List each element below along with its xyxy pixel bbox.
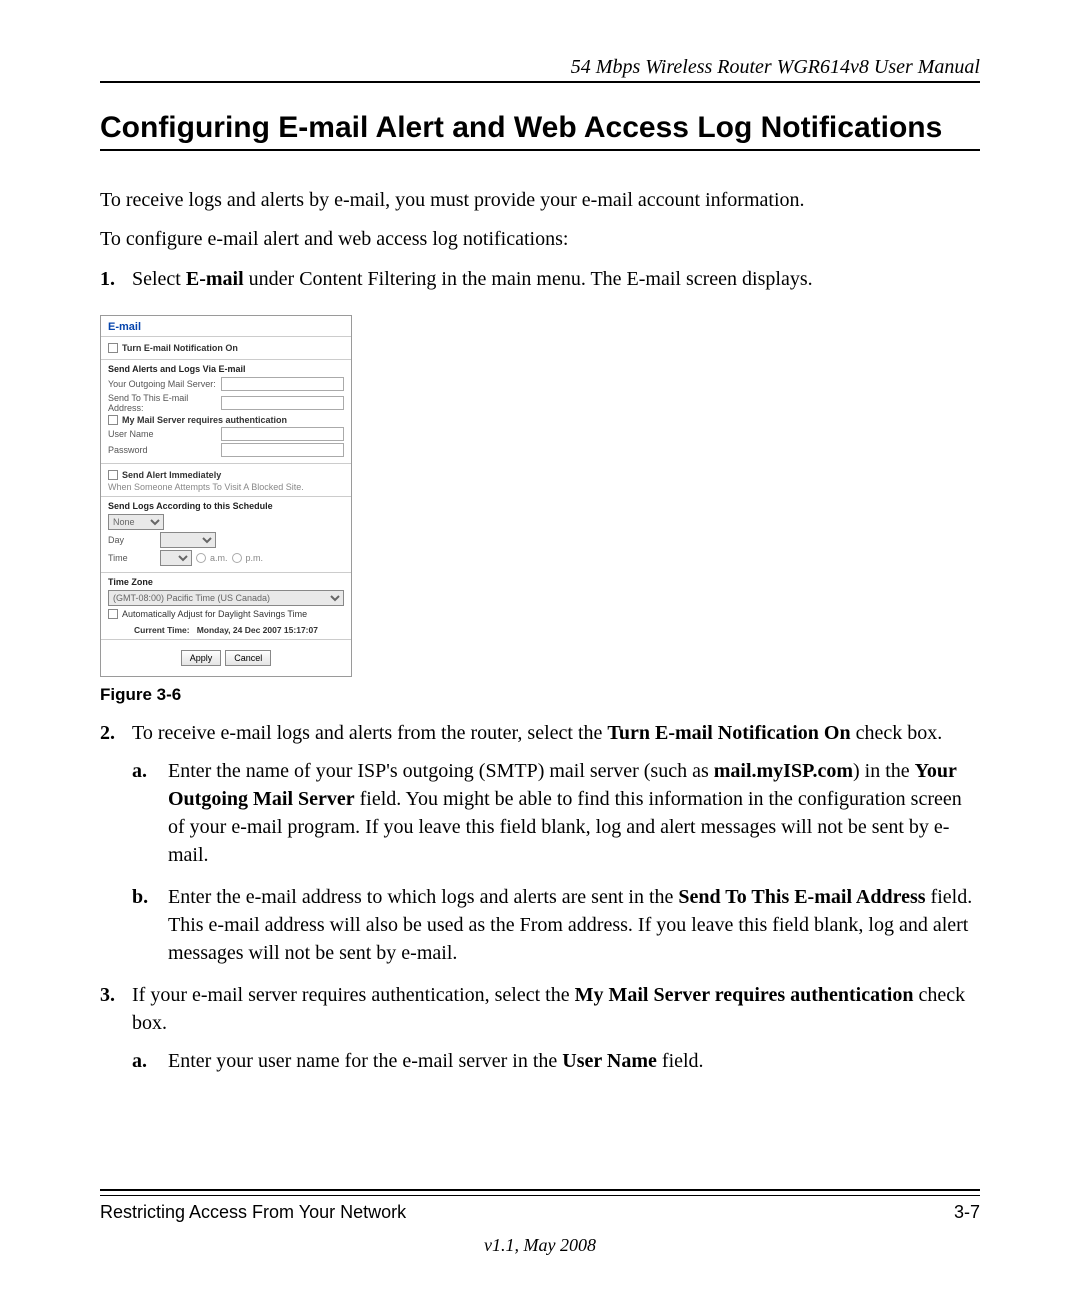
pm-radio[interactable] bbox=[232, 553, 242, 563]
step-3a-t2: field. bbox=[657, 1050, 704, 1072]
footer-rule bbox=[100, 1189, 980, 1196]
dst-label: Automatically Adjust for Daylight Saving… bbox=[122, 609, 307, 619]
cancel-button[interactable]: Cancel bbox=[225, 650, 271, 666]
schedule-time-label: Time bbox=[108, 553, 156, 563]
schedule-freq-select[interactable]: None bbox=[108, 514, 164, 530]
step-1-text-pre: Select bbox=[132, 268, 186, 290]
step-2b-marker: b. bbox=[132, 883, 148, 911]
step-2a-b1: mail.myISP.com bbox=[714, 760, 853, 782]
username-input[interactable] bbox=[221, 427, 344, 441]
alert-immediate-subtext: When Someone Attempts To Visit A Blocked… bbox=[108, 482, 344, 492]
step-2a-marker: a. bbox=[132, 757, 147, 785]
header-rule bbox=[100, 81, 980, 83]
step-3a-marker: a. bbox=[132, 1047, 147, 1075]
current-time-label: Current Time: bbox=[134, 625, 190, 635]
step-2a: a. Enter the name of your ISP's outgoing… bbox=[132, 757, 980, 869]
send-section-head: Send Alerts and Logs Via E-mail bbox=[108, 364, 344, 374]
auth-label: My Mail Server requires authentication bbox=[122, 415, 287, 425]
timezone-select[interactable]: (GMT-08:00) Pacific Time (US Canada) bbox=[108, 590, 344, 606]
current-time-value: Monday, 24 Dec 2007 15:17:07 bbox=[197, 625, 318, 635]
step-2-pre: To receive e-mail logs and alerts from t… bbox=[132, 722, 607, 744]
figure-caption: Figure 3-6 bbox=[100, 685, 980, 705]
step-2b-b1: Send To This E-mail Address bbox=[678, 886, 925, 908]
step-1: 1. Select E-mail under Content Filtering… bbox=[100, 265, 980, 293]
username-label: User Name bbox=[108, 429, 217, 439]
schedule-time-select[interactable] bbox=[160, 550, 192, 566]
footer-section-title: Restricting Access From Your Network bbox=[100, 1202, 406, 1223]
am-radio[interactable] bbox=[196, 553, 206, 563]
sendto-label: Send To This E-mail Address: bbox=[108, 393, 217, 413]
step-3a-b1: User Name bbox=[562, 1050, 657, 1072]
pm-label: p.m. bbox=[246, 553, 264, 563]
schedule-head: Send Logs According to this Schedule bbox=[108, 501, 344, 511]
password-label: Password bbox=[108, 445, 217, 455]
intro-paragraph-1: To receive logs and alerts by e-mail, yo… bbox=[100, 187, 980, 214]
notification-checkbox[interactable] bbox=[108, 343, 118, 353]
heading-rule bbox=[100, 149, 980, 151]
section-heading: Configuring E-mail Alert and Web Access … bbox=[100, 111, 980, 145]
step-3-t1: If your e-mail server requires authentic… bbox=[132, 984, 575, 1006]
step-1-bold: E-mail bbox=[186, 268, 244, 290]
footer-version: v1.1, May 2008 bbox=[100, 1235, 980, 1256]
step-2-bold: Turn E-mail Notification On bbox=[607, 722, 850, 744]
schedule-day-select[interactable] bbox=[160, 532, 216, 548]
step-3: 3. If your e-mail server requires authen… bbox=[100, 981, 980, 1075]
step-2: 2. To receive e-mail logs and alerts fro… bbox=[100, 719, 980, 967]
schedule-day-label: Day bbox=[108, 535, 156, 545]
alert-immediate-checkbox[interactable] bbox=[108, 470, 118, 480]
auth-checkbox[interactable] bbox=[108, 415, 118, 425]
apply-button[interactable]: Apply bbox=[181, 650, 222, 666]
timezone-head: Time Zone bbox=[108, 577, 344, 587]
outgoing-server-input[interactable] bbox=[221, 377, 344, 391]
outgoing-server-label: Your Outgoing Mail Server: bbox=[108, 379, 217, 389]
dst-checkbox[interactable] bbox=[108, 609, 118, 619]
email-config-screenshot: E-mail Turn E-mail Notification On Send … bbox=[100, 315, 352, 677]
step-1-marker: 1. bbox=[100, 265, 115, 293]
step-2-post: check box. bbox=[851, 722, 943, 744]
step-3-b1: My Mail Server requires authentication bbox=[575, 984, 914, 1006]
step-2-marker: 2. bbox=[100, 719, 115, 747]
footer-page-number: 3-7 bbox=[954, 1202, 980, 1223]
alert-immediate-label: Send Alert Immediately bbox=[122, 470, 221, 480]
step-2a-t1: Enter the name of your ISP's outgoing (S… bbox=[168, 760, 714, 782]
page-footer: Restricting Access From Your Network 3-7… bbox=[100, 1171, 980, 1256]
panel-title: E-mail bbox=[101, 316, 351, 337]
step-3a: a. Enter your user name for the e-mail s… bbox=[132, 1047, 980, 1075]
manual-page: 54 Mbps Wireless Router WGR614v8 User Ma… bbox=[0, 0, 1080, 1296]
password-input[interactable] bbox=[221, 443, 344, 457]
am-label: a.m. bbox=[210, 553, 228, 563]
step-2a-t2: ) in the bbox=[853, 760, 915, 782]
notification-label: Turn E-mail Notification On bbox=[122, 343, 238, 353]
step-2b: b. Enter the e-mail address to which log… bbox=[132, 883, 980, 967]
step-2b-t1: Enter the e-mail address to which logs a… bbox=[168, 886, 678, 908]
sendto-input[interactable] bbox=[221, 396, 344, 410]
intro-paragraph-2: To configure e-mail alert and web access… bbox=[100, 226, 980, 253]
step-1-text-post: under Content Filtering in the main menu… bbox=[244, 268, 813, 290]
step-3-marker: 3. bbox=[100, 981, 115, 1009]
running-header: 54 Mbps Wireless Router WGR614v8 User Ma… bbox=[100, 56, 980, 79]
step-3a-t1: Enter your user name for the e-mail serv… bbox=[168, 1050, 562, 1072]
